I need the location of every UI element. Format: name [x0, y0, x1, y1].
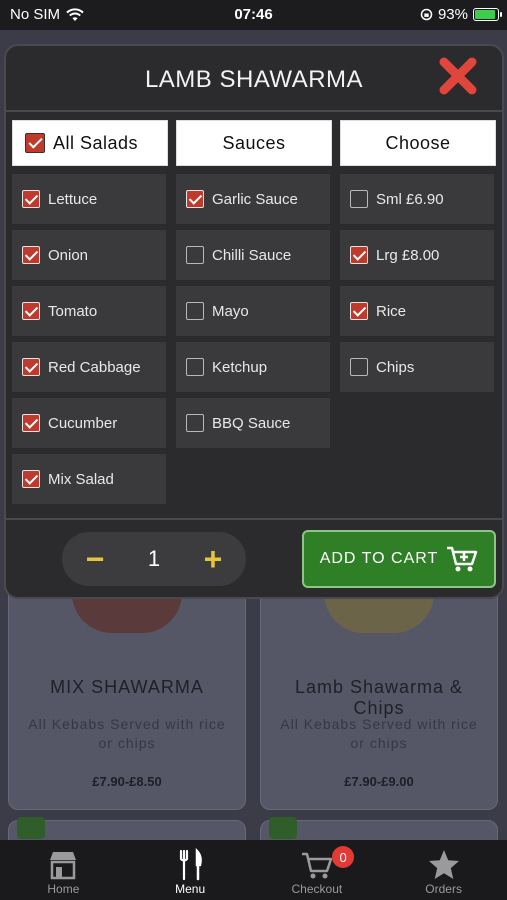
- option-label: Chilli Sauce: [212, 246, 292, 264]
- quantity-stepper: − 1 +: [62, 532, 246, 586]
- quantity-value: 1: [147, 546, 161, 571]
- increase-quantity-button[interactable]: +: [200, 543, 226, 575]
- option-label: Garlic Sauce: [212, 190, 298, 208]
- tab-label: Menu: [175, 882, 206, 896]
- option-mayo[interactable]: Mayo: [176, 286, 330, 336]
- option-label: Sml £6.90: [376, 190, 444, 208]
- column-header-label: Sauces: [222, 132, 286, 153]
- option-checkbox[interactable]: [22, 190, 40, 208]
- menu-card-price: £7.90-£9.00: [344, 774, 414, 789]
- option-checkbox[interactable]: [186, 414, 204, 432]
- option-chilli-sauce[interactable]: Chilli Sauce: [176, 230, 330, 280]
- option-checkbox[interactable]: [22, 246, 40, 264]
- star-icon: [428, 850, 459, 879]
- option-label: Onion: [48, 246, 89, 264]
- orientation-lock-icon: [420, 8, 433, 21]
- option-small[interactable]: Sml £6.90: [340, 174, 494, 224]
- option-label: Tomato: [48, 302, 98, 320]
- all-salads-checkbox[interactable]: [25, 133, 45, 153]
- add-to-cart-button[interactable]: ADD TO CART: [302, 530, 496, 588]
- cart-icon: [301, 852, 333, 879]
- option-label: Cucumber: [48, 414, 118, 432]
- option-checkbox[interactable]: [186, 358, 204, 376]
- option-red-cabbage[interactable]: Red Cabbage: [12, 342, 166, 392]
- status-bar: No SIM 07:46 93%: [0, 0, 507, 30]
- option-onion[interactable]: Onion: [12, 230, 166, 280]
- item-options-modal: LAMB SHAWARMA All Salads Sauces Choose L…: [4, 44, 504, 599]
- option-checkbox[interactable]: [22, 414, 40, 432]
- menu-card[interactable]: Lamb Shawarma & Chips All Kebabs Served …: [260, 570, 498, 810]
- option-bbq-sauce[interactable]: BBQ Sauce: [176, 398, 330, 448]
- option-label: Mix Salad: [48, 470, 114, 488]
- fork-knife-icon: [180, 848, 202, 881]
- choose-header: Choose: [340, 120, 496, 166]
- decrease-quantity-button[interactable]: −: [82, 543, 108, 575]
- modal-header: LAMB SHAWARMA: [6, 46, 502, 112]
- menu-card-name: Lamb Shawarma & Chips: [294, 677, 464, 718]
- column-header-label: All Salads: [53, 132, 139, 153]
- cart-count-badge: 0: [332, 846, 355, 868]
- option-checkbox[interactable]: [22, 358, 40, 376]
- tab-checkout[interactable]: 0 Checkout: [254, 840, 381, 900]
- option-checkbox[interactable]: [22, 302, 40, 320]
- option-checkbox[interactable]: [350, 302, 368, 320]
- option-checkbox[interactable]: [186, 190, 204, 208]
- battery-icon: [473, 8, 502, 21]
- option-checkbox[interactable]: [350, 358, 368, 376]
- option-checkbox[interactable]: [186, 302, 204, 320]
- all-salads-toggle[interactable]: All Salads: [12, 120, 168, 166]
- tab-menu[interactable]: Menu: [127, 840, 254, 900]
- tab-label: Orders: [425, 882, 462, 896]
- option-mix-salad[interactable]: Mix Salad: [12, 454, 166, 504]
- option-label: Mayo: [212, 302, 249, 320]
- option-checkbox[interactable]: [186, 246, 204, 264]
- option-label: Rice: [376, 302, 407, 320]
- battery-fill: [475, 10, 496, 19]
- footer-divider: [6, 518, 502, 520]
- menu-card-description: All Kebabs Served with rice or chips: [280, 716, 478, 751]
- tab-label: Checkout: [291, 882, 343, 896]
- option-garlic-sauce[interactable]: Garlic Sauce: [176, 174, 330, 224]
- option-checkbox[interactable]: [350, 190, 368, 208]
- column-header-label: Choose: [385, 132, 451, 153]
- option-chips[interactable]: Chips: [340, 342, 494, 392]
- tab-label: Home: [47, 882, 80, 896]
- option-large[interactable]: Lrg £8.00: [340, 230, 494, 280]
- battery-percent: 93%: [437, 6, 468, 23]
- option-checkbox[interactable]: [22, 470, 40, 488]
- store-icon: [50, 852, 77, 880]
- option-tomato[interactable]: Tomato: [12, 286, 166, 336]
- tab-bar: Home Menu 0 Checkout Orders: [0, 840, 507, 900]
- veg-tag: [17, 817, 45, 839]
- option-label: Red Cabbage: [48, 358, 141, 376]
- option-label: BBQ Sauce: [212, 414, 291, 432]
- option-label: Lettuce: [48, 190, 98, 208]
- tab-orders[interactable]: Orders: [380, 840, 507, 900]
- tab-home[interactable]: Home: [0, 840, 127, 900]
- sauces-header: Sauces: [176, 120, 332, 166]
- close-icon[interactable]: [436, 54, 480, 98]
- add-to-cart-label: ADD TO CART: [319, 550, 439, 567]
- option-cucumber[interactable]: Cucumber: [12, 398, 166, 448]
- option-rice[interactable]: Rice: [340, 286, 494, 336]
- status-right: 93%: [420, 6, 502, 23]
- option-label: Chips: [376, 358, 415, 376]
- add-cart-icon: [447, 546, 478, 572]
- option-checkbox[interactable]: [350, 246, 368, 264]
- menu-card[interactable]: MIX SHAWARMA All Kebabs Served with rice…: [8, 570, 246, 810]
- option-lettuce[interactable]: Lettuce: [12, 174, 166, 224]
- option-label: Lrg £8.00: [376, 246, 440, 264]
- menu-card-price: £7.90-£8.50: [92, 774, 162, 789]
- option-ketchup[interactable]: Ketchup: [176, 342, 330, 392]
- veg-tag: [269, 817, 297, 839]
- menu-card-name: MIX SHAWARMA: [50, 677, 204, 697]
- modal-title: LAMB SHAWARMA: [144, 66, 364, 93]
- option-label: Ketchup: [212, 358, 268, 376]
- menu-card-description: All Kebabs Served with rice or chips: [28, 716, 226, 751]
